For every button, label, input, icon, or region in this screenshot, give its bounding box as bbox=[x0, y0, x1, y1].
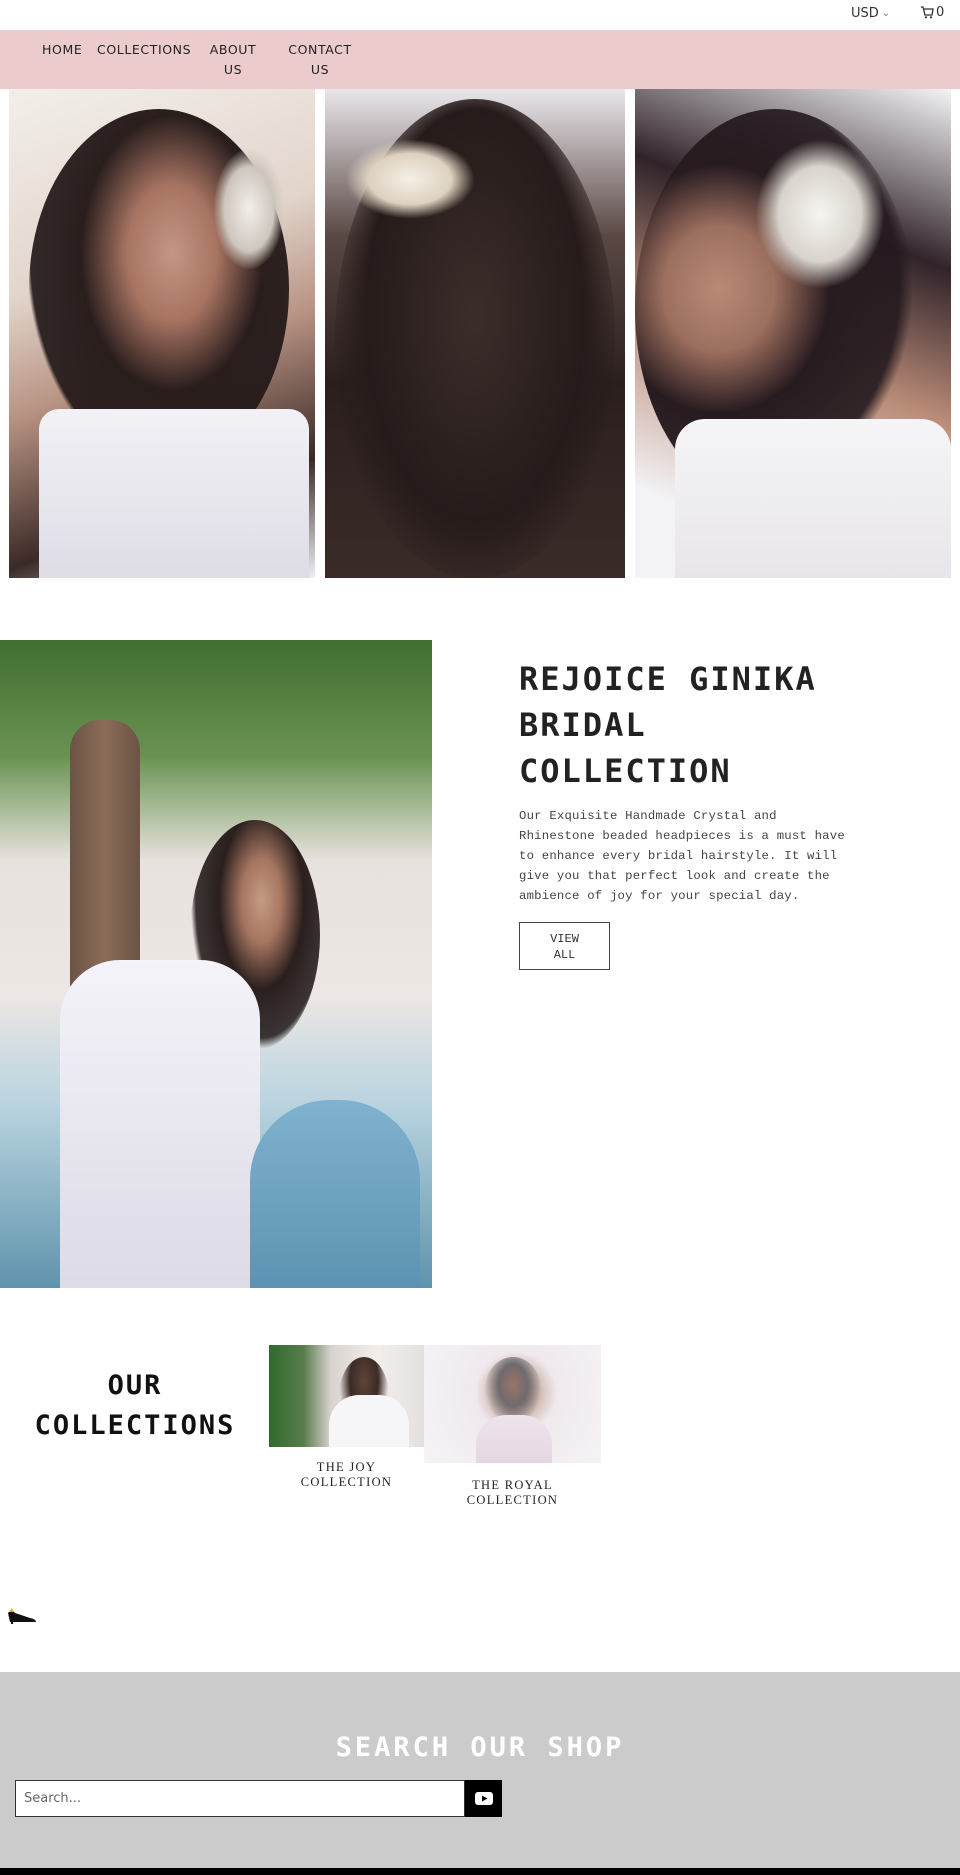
featured-collection-description: Our Exquisite Handmade Crystal and Rhine… bbox=[519, 809, 845, 903]
view-all-button[interactable]: VIEW ALL bbox=[519, 922, 610, 970]
nav-about-us[interactable]: ABOUT US bbox=[207, 40, 259, 80]
featured-collection-title: REJOICE GINIKA BRIDAL COLLECTION bbox=[519, 656, 879, 794]
royal-label-line2: COLLECTION bbox=[466, 1493, 559, 1507]
joy-label-line1: THE JOY bbox=[316, 1460, 377, 1474]
oc-title-line2: COLLECTIONS bbox=[34, 1410, 236, 1441]
hero-photo-bride-front bbox=[9, 89, 315, 578]
nav-about-line1: ABOUT bbox=[209, 42, 257, 57]
cart-count: 0 bbox=[936, 5, 945, 20]
cart-icon bbox=[921, 6, 934, 19]
shoe-icon[interactable] bbox=[6, 1605, 38, 1625]
royal-label-line1: THE ROYAL bbox=[472, 1478, 553, 1492]
joy-label-line2: COLLECTION bbox=[300, 1475, 393, 1489]
collection-card-joy[interactable]: THE JOY COLLECTION bbox=[269, 1345, 424, 1490]
nav-collections-label: COLLECTIONS bbox=[97, 42, 192, 57]
royal-collection-image bbox=[424, 1345, 601, 1463]
featured-title-line3: COLLECTION bbox=[519, 752, 732, 790]
nav-about-line2: US bbox=[223, 62, 243, 77]
nav-contact-line1: CONTACT bbox=[288, 42, 352, 57]
view-all-line1: VIEW bbox=[550, 932, 579, 946]
currency-selector[interactable]: USD ⌄ bbox=[851, 6, 890, 21]
search-input[interactable] bbox=[15, 1780, 465, 1817]
search-section: SEARCH OUR SHOP bbox=[0, 1672, 960, 1868]
cart-button[interactable]: 0 bbox=[920, 5, 944, 20]
search-title: SEARCH OUR SHOP bbox=[335, 1732, 625, 1763]
our-collections-heading: OUR COLLECTIONS bbox=[20, 1366, 250, 1446]
nav-home[interactable]: HOME bbox=[42, 40, 82, 60]
main-nav: HOME COLLECTIONS ABOUT US CONTACT US bbox=[0, 30, 960, 89]
featured-bride-photo bbox=[0, 640, 432, 1288]
hero-photo-bride-back bbox=[325, 89, 625, 578]
oc-title-line1: OUR bbox=[107, 1370, 163, 1401]
nav-contact-line2: US bbox=[310, 62, 330, 77]
joy-collection-image bbox=[269, 1345, 424, 1447]
play-icon bbox=[474, 1792, 493, 1805]
view-all-line2: ALL bbox=[553, 948, 576, 962]
collection-card-royal[interactable]: THE ROYAL COLLECTION bbox=[424, 1345, 601, 1508]
chevron-down-icon: ⌄ bbox=[881, 8, 891, 19]
featured-title-line2: BRIDAL bbox=[519, 706, 647, 744]
top-bar: USD ⌄ 0 bbox=[0, 0, 960, 30]
hero-photo-bride-profile bbox=[635, 89, 951, 578]
search-submit-button[interactable] bbox=[465, 1780, 502, 1817]
nav-collections[interactable]: COLLECTIONS bbox=[97, 40, 191, 60]
nav-contact-us[interactable]: CONTACT US bbox=[287, 40, 353, 80]
currency-label: USD bbox=[851, 6, 879, 21]
featured-title-line1: REJOICE GINIKA bbox=[519, 660, 817, 698]
footer-bar bbox=[0, 1868, 960, 1875]
nav-home-label: HOME bbox=[42, 42, 83, 57]
